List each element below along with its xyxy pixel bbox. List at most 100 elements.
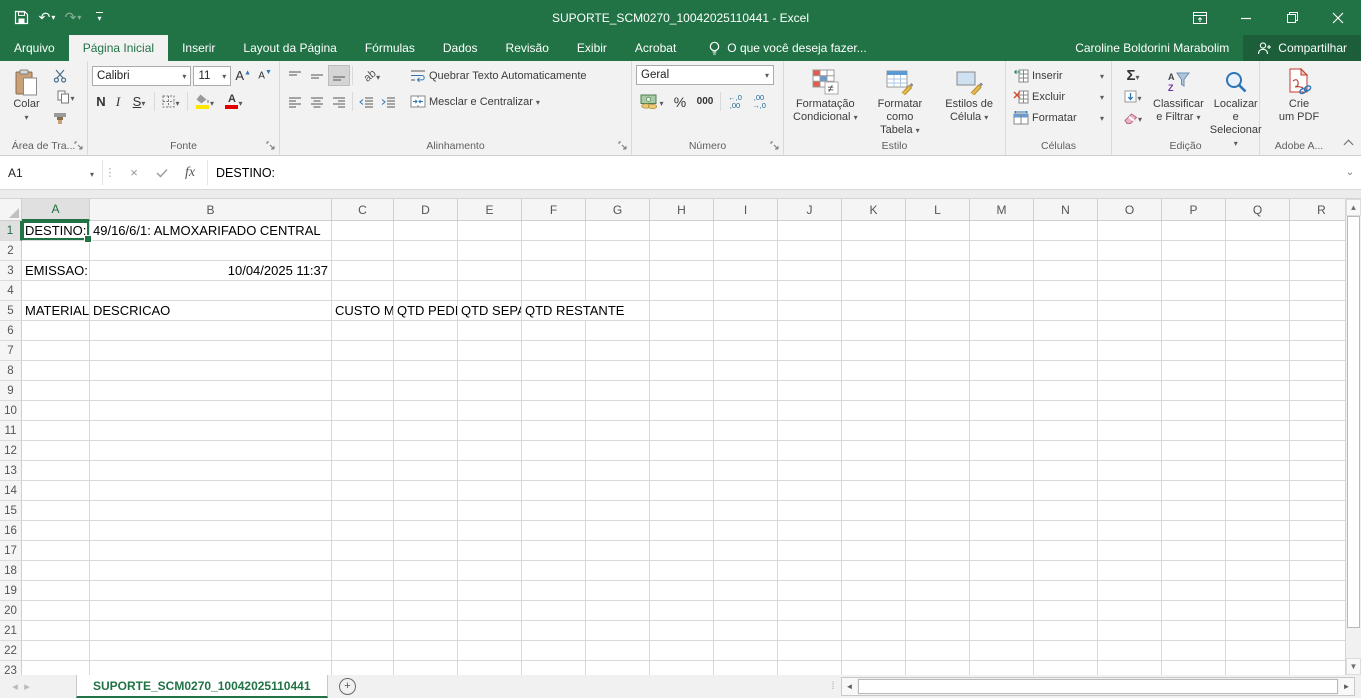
accounting-format-button[interactable] — [636, 91, 668, 112]
column-header-D[interactable]: D — [394, 199, 458, 221]
cell-K16[interactable] — [842, 521, 906, 541]
fill-button[interactable] — [1116, 86, 1150, 107]
expand-formula-bar-button[interactable]: ⌄ — [1339, 156, 1361, 189]
cell-A16[interactable] — [22, 521, 90, 541]
cell-C16[interactable] — [332, 521, 394, 541]
paste-button[interactable]: Colar — [4, 65, 49, 128]
font-color-button[interactable]: A — [220, 91, 248, 112]
cell-A2[interactable] — [22, 241, 90, 261]
cell-Q3[interactable] — [1226, 261, 1290, 281]
row-header-5[interactable]: 5 — [0, 301, 22, 321]
cell-B22[interactable] — [90, 641, 332, 661]
cell-J22[interactable] — [778, 641, 842, 661]
cell-N23[interactable] — [1034, 661, 1098, 675]
cell-I2[interactable] — [714, 241, 778, 261]
cell-K11[interactable] — [842, 421, 906, 441]
cell-N17[interactable] — [1034, 541, 1098, 561]
delete-cells-button[interactable]: Excluir — [1010, 86, 1107, 107]
cell-F1[interactable] — [522, 221, 586, 241]
cell-M8[interactable] — [970, 361, 1034, 381]
cell-C15[interactable] — [332, 501, 394, 521]
cell-P5[interactable] — [1162, 301, 1226, 321]
cell-P7[interactable] — [1162, 341, 1226, 361]
cell-H19[interactable] — [650, 581, 714, 601]
cell-J19[interactable] — [778, 581, 842, 601]
cell-O14[interactable] — [1098, 481, 1162, 501]
cell-D21[interactable] — [394, 621, 458, 641]
cell-J1[interactable] — [778, 221, 842, 241]
cell-I3[interactable] — [714, 261, 778, 281]
cell-Q10[interactable] — [1226, 401, 1290, 421]
column-header-J[interactable]: J — [778, 199, 842, 221]
percent-style-button[interactable]: % — [668, 91, 692, 112]
cell-O15[interactable] — [1098, 501, 1162, 521]
cell-C19[interactable] — [332, 581, 394, 601]
cell-G17[interactable] — [586, 541, 650, 561]
cell-E16[interactable] — [458, 521, 522, 541]
cell-D23[interactable] — [394, 661, 458, 675]
row-header-4[interactable]: 4 — [0, 281, 22, 301]
cell-P23[interactable] — [1162, 661, 1226, 675]
cell-M12[interactable] — [970, 441, 1034, 461]
cell-O23[interactable] — [1098, 661, 1162, 675]
cell-K20[interactable] — [842, 601, 906, 621]
cell-P17[interactable] — [1162, 541, 1226, 561]
cell-Q9[interactable] — [1226, 381, 1290, 401]
cell-M6[interactable] — [970, 321, 1034, 341]
cell-I14[interactable] — [714, 481, 778, 501]
cell-G11[interactable] — [586, 421, 650, 441]
cell-D6[interactable] — [394, 321, 458, 341]
row-header-22[interactable]: 22 — [0, 641, 22, 661]
cell-O21[interactable] — [1098, 621, 1162, 641]
cell-H20[interactable] — [650, 601, 714, 621]
cell-R16[interactable] — [1290, 521, 1345, 541]
cell-H1[interactable] — [650, 221, 714, 241]
cell-J2[interactable] — [778, 241, 842, 261]
comma-style-button[interactable]: 000 — [692, 91, 718, 112]
column-header-L[interactable]: L — [906, 199, 970, 221]
cell-B21[interactable] — [90, 621, 332, 641]
cell-I8[interactable] — [714, 361, 778, 381]
cell-Q22[interactable] — [1226, 641, 1290, 661]
cell-I15[interactable] — [714, 501, 778, 521]
format-cells-button[interactable]: Formatar — [1010, 107, 1107, 128]
bold-button[interactable]: N — [92, 91, 110, 112]
cell-F6[interactable] — [522, 321, 586, 341]
cell-C21[interactable] — [332, 621, 394, 641]
font-dialog-launcher[interactable] — [265, 140, 277, 152]
cell-K7[interactable] — [842, 341, 906, 361]
cell-C4[interactable] — [332, 281, 394, 301]
cell-I20[interactable] — [714, 601, 778, 621]
cell-L13[interactable] — [906, 461, 970, 481]
cell-R22[interactable] — [1290, 641, 1345, 661]
increase-decimal-button[interactable]: ←,0,00 — [723, 91, 747, 112]
cell-E22[interactable] — [458, 641, 522, 661]
cell-K14[interactable] — [842, 481, 906, 501]
cell-B14[interactable] — [90, 481, 332, 501]
cell-C20[interactable] — [332, 601, 394, 621]
column-header-G[interactable]: G — [586, 199, 650, 221]
cell-H6[interactable] — [650, 321, 714, 341]
cell-E9[interactable] — [458, 381, 522, 401]
font-family-combo[interactable]: Calibri — [92, 66, 191, 86]
cell-G6[interactable] — [586, 321, 650, 341]
cell-N10[interactable] — [1034, 401, 1098, 421]
cell-Q14[interactable] — [1226, 481, 1290, 501]
cell-A1[interactable]: DESTINO: — [22, 221, 90, 241]
cell-M17[interactable] — [970, 541, 1034, 561]
increase-indent-button[interactable] — [377, 91, 399, 112]
cell-L6[interactable] — [906, 321, 970, 341]
cell-P13[interactable] — [1162, 461, 1226, 481]
cell-I10[interactable] — [714, 401, 778, 421]
cell-B18[interactable] — [90, 561, 332, 581]
cell-E21[interactable] — [458, 621, 522, 641]
cell-F12[interactable] — [522, 441, 586, 461]
cell-B17[interactable] — [90, 541, 332, 561]
cell-C7[interactable] — [332, 341, 394, 361]
copy-button[interactable] — [49, 86, 83, 107]
insert-cells-button[interactable]: Inserir — [1010, 65, 1107, 86]
cell-I6[interactable] — [714, 321, 778, 341]
cell-Q12[interactable] — [1226, 441, 1290, 461]
cell-Q1[interactable] — [1226, 221, 1290, 241]
cell-D9[interactable] — [394, 381, 458, 401]
